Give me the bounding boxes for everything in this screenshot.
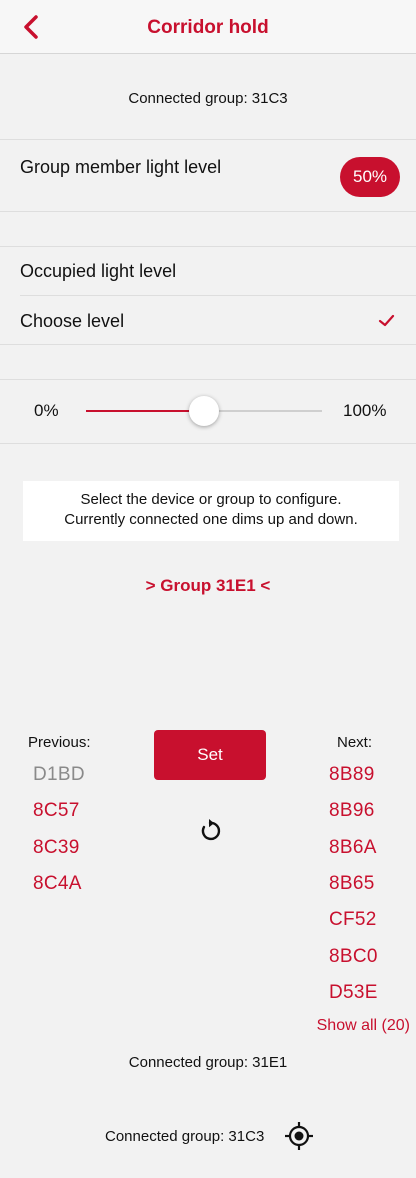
- next-device[interactable]: 8B65: [329, 873, 375, 895]
- set-button[interactable]: Set: [154, 730, 266, 780]
- divider: [0, 344, 416, 345]
- connected-group-middle: Connected group: 31E1: [128, 1054, 288, 1071]
- choose-level-item[interactable]: Choose level: [20, 311, 124, 332]
- refresh-icon[interactable]: [197, 818, 223, 844]
- divider: [0, 379, 416, 380]
- instruction-line: Select the device or group to configure.: [80, 491, 342, 508]
- page-title: Corridor hold: [147, 17, 269, 38]
- previous-device[interactable]: D1BD: [33, 764, 85, 786]
- next-device[interactable]: 8B89: [329, 764, 375, 786]
- current-group-label: > Group 31E1 <: [145, 576, 271, 595]
- divider: [0, 211, 416, 212]
- next-heading: Next:: [337, 734, 373, 751]
- instruction-line: Currently connected one dims up and down…: [64, 511, 358, 528]
- next-device[interactable]: D53E: [329, 982, 378, 1004]
- divider: [0, 246, 416, 247]
- slider-max-label: 100%: [343, 401, 387, 420]
- group-member-level-badge[interactable]: 50%: [340, 157, 400, 197]
- next-device[interactable]: 8B6A: [329, 837, 377, 859]
- occupied-level-label: Occupied light level: [20, 261, 177, 281]
- previous-device[interactable]: 8C57: [33, 800, 80, 822]
- locate-icon[interactable]: [284, 1121, 314, 1151]
- slider-min-label: 0%: [34, 401, 59, 420]
- slider-track-filled[interactable]: [86, 410, 204, 412]
- previous-device[interactable]: 8C4A: [33, 873, 82, 895]
- show-all-link[interactable]: Show all (20): [300, 1017, 410, 1035]
- next-device[interactable]: CF52: [329, 909, 377, 931]
- slider-track[interactable]: [204, 410, 322, 412]
- group-member-label: Group member light level: [20, 157, 222, 177]
- slider-thumb[interactable]: [189, 396, 219, 426]
- next-device[interactable]: 8BC0: [329, 946, 378, 968]
- divider: [0, 139, 416, 140]
- instruction-box: Select the device or group to configure.…: [23, 481, 399, 541]
- previous-device[interactable]: 8C39: [33, 837, 80, 859]
- divider: [20, 295, 416, 296]
- connected-group-top: Connected group: 31C3: [128, 90, 288, 107]
- connected-group-bottom: Connected group: 31C3: [105, 1128, 265, 1145]
- previous-heading: Previous:: [28, 734, 91, 751]
- next-device[interactable]: 8B96: [329, 800, 375, 822]
- divider: [0, 443, 416, 444]
- checkmark-icon: [377, 312, 397, 328]
